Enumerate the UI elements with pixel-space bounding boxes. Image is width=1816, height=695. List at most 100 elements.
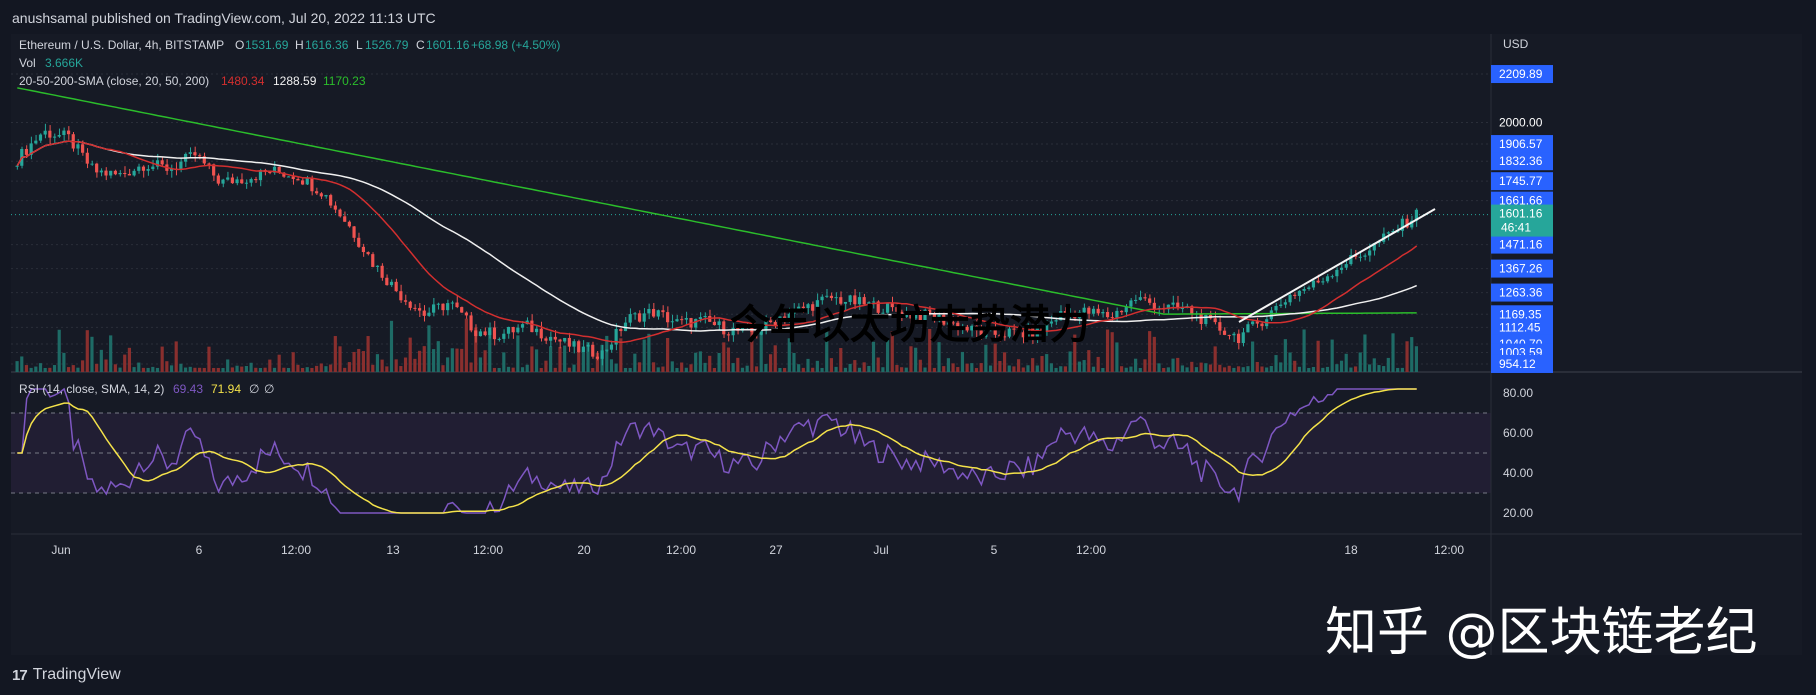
- candle-body: [385, 277, 389, 286]
- volume-bar: [1330, 339, 1334, 372]
- volume-bar: [661, 366, 665, 372]
- candle-body: [1105, 311, 1110, 318]
- candle-body: [637, 313, 642, 322]
- footer-logo[interactable]: 17 TradingView: [12, 666, 121, 684]
- candle-body: [380, 265, 384, 278]
- volume-bar: [900, 367, 904, 372]
- volume-bar: [263, 367, 267, 372]
- volume-bar: [394, 359, 398, 372]
- volume-bar: [544, 360, 548, 372]
- volume-bar: [244, 366, 248, 372]
- volume-label[interactable]: Vol: [19, 56, 36, 70]
- volume-bar: [1372, 358, 1376, 372]
- candle-body: [1091, 308, 1096, 314]
- high-value: 1616.36: [305, 38, 349, 52]
- candle-body: [1339, 267, 1344, 270]
- volume-bar: [1269, 365, 1273, 372]
- volume-bar: [558, 346, 562, 372]
- volume-bar: [1410, 337, 1414, 372]
- price-axis-label: 2209.89: [1499, 67, 1543, 81]
- tradingview-logo-icon: 17: [12, 666, 28, 684]
- candle-body: [694, 318, 698, 328]
- rsi-extra1: ∅: [249, 382, 259, 396]
- volume-bar: [988, 365, 993, 372]
- candle-body: [300, 180, 305, 185]
- candle-body: [221, 179, 225, 184]
- candle-body: [600, 350, 604, 359]
- volume-bar: [1002, 352, 1007, 372]
- candle-body: [1232, 333, 1236, 336]
- volume-bar: [1302, 329, 1306, 372]
- volume-bar: [960, 351, 965, 372]
- candle-body: [717, 321, 721, 326]
- price-axis-label: 1367.26: [1499, 262, 1543, 276]
- volume-bar: [469, 362, 473, 372]
- price-axis-label: 954.12: [1499, 357, 1536, 371]
- sma200-value: 1170.23: [323, 74, 366, 88]
- volume-bar: [1059, 366, 1063, 372]
- volume-bar: [1377, 365, 1381, 372]
- volume-bar: [1199, 362, 1203, 372]
- volume-bar: [909, 346, 913, 372]
- volume-bar: [675, 367, 679, 372]
- volume-bar: [1017, 359, 1021, 372]
- candle-body: [609, 344, 614, 350]
- volume-bar: [670, 361, 674, 372]
- volume-bar: [1297, 366, 1301, 372]
- candle-body: [310, 178, 314, 192]
- volume-bar: [633, 353, 637, 372]
- candle-body: [1386, 232, 1390, 234]
- candle-body: [712, 321, 716, 326]
- volume-bar: [1344, 353, 1348, 372]
- candle-body: [109, 170, 113, 176]
- volume-bar: [478, 357, 482, 372]
- rsi-label[interactable]: RSI (14, close, SMA, 14, 2): [19, 382, 164, 396]
- volume-bar: [85, 330, 89, 372]
- volume-bar: [1260, 366, 1264, 372]
- candle-body: [85, 152, 89, 164]
- time-axis-label: 12:00: [281, 543, 311, 557]
- candle-body: [319, 193, 323, 197]
- candle-body: [1171, 302, 1175, 305]
- volume-bar: [666, 338, 670, 372]
- candle-body: [460, 307, 464, 313]
- volume-bar: [768, 354, 773, 372]
- volume-bar: [1311, 366, 1316, 372]
- volume-bar: [1007, 365, 1011, 372]
- volume-bar: [1124, 367, 1128, 372]
- candle-body: [1283, 302, 1287, 305]
- price-axis-label: 1745.77: [1499, 174, 1543, 188]
- candle-body: [651, 308, 656, 317]
- volume-bar: [1012, 366, 1016, 372]
- volume-bar: [1063, 366, 1067, 372]
- candle-body: [506, 327, 511, 334]
- sma-label[interactable]: 20-50-200-SMA (close, 20, 50, 200): [19, 74, 209, 88]
- volume-bar: [1386, 357, 1390, 372]
- volume-bar: [1288, 352, 1292, 372]
- candle-body: [586, 344, 590, 347]
- volume-bar: [34, 366, 38, 372]
- candle-body: [539, 328, 543, 339]
- volume-bar: [904, 367, 908, 372]
- volume-bar: [118, 367, 122, 372]
- candle-body: [286, 176, 291, 178]
- volume-bar: [914, 347, 918, 372]
- candle-body: [99, 170, 103, 173]
- volume-bar: [1236, 366, 1241, 372]
- volume-bar: [1119, 366, 1124, 372]
- symbol-label[interactable]: Ethereum / U.S. Dollar, 4h, BITSTAMP: [19, 38, 224, 52]
- volume-bar: [1026, 365, 1030, 372]
- candle-body: [675, 319, 679, 322]
- volume-bar: [736, 357, 740, 372]
- candle-body: [511, 327, 515, 333]
- candle-body: [137, 166, 141, 171]
- candle-body: [417, 308, 422, 311]
- candle-body: [1363, 255, 1367, 257]
- volume-bar: [300, 367, 305, 372]
- rsi-axis-label: 20.00: [1503, 506, 1533, 520]
- candle-body: [1274, 305, 1278, 311]
- candle-body: [698, 317, 702, 319]
- volume-bar: [834, 366, 838, 372]
- candle-body: [333, 205, 337, 210]
- volume-bar: [1353, 366, 1358, 372]
